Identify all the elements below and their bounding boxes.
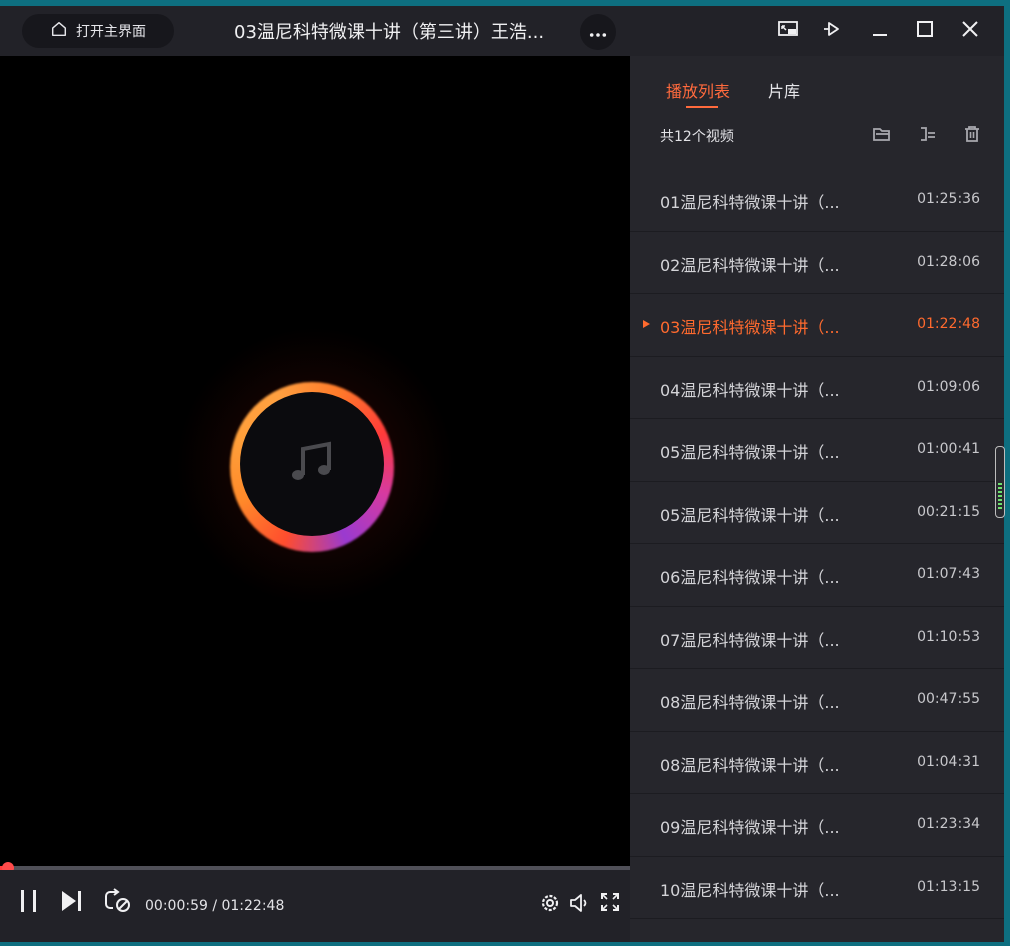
add-to-list-button[interactable] [918,124,938,144]
playlist-item[interactable]: 09温尼科特微课十讲（... 01:23:34 [630,794,1004,857]
video-title: 03温尼科特微课十讲（第三讲）王浩... [234,22,545,43]
next-button[interactable] [60,888,84,918]
playlist-item-title: 05温尼科特微课十讲（... [660,505,840,525]
playlist-item-duration: 01:07:43 [917,566,980,582]
playlist-item-duration: 01:28:06 [917,253,980,270]
playlist-item[interactable]: 04温尼科特微课十讲（... 01:09:06 [630,357,1004,419]
playlist-item-duration: 00:47:55 [917,691,980,707]
playlist-item-title: 02温尼科特微课十讲（... [660,255,840,275]
more-button[interactable] [580,14,616,50]
music-note-icon [285,435,339,493]
playlist-item-title: 08温尼科特微课十讲（... [660,693,840,712]
playlist-item-duration: 01:10:53 [917,628,980,645]
volume-button[interactable] [568,892,590,918]
playlist-panel: 播放列表 片库 共12个视频 01温尼科特微课十讲（... 01:25:36 02温… [630,56,1004,942]
title-bar: 打开主界面 03温尼科特微课十讲（第三讲）王浩... [0,6,1004,56]
playlist-item-title: 10温尼科特微课十讲（... [660,880,840,900]
scrollbar-grip[interactable] [998,483,1002,511]
playlist-item[interactable]: 08温尼科特微课十讲（... 01:04:31 [630,732,1004,794]
playlist-item-title: 04温尼科特微课十讲（... [660,380,840,400]
playlist-item-title: 09温尼科特微课十讲（... [660,818,840,837]
tab-library[interactable]: 片库 [768,78,800,102]
playlist-item-duration: 01:22:48 [917,316,980,332]
open-folder-button[interactable] [872,124,892,144]
playlist-item[interactable]: 05温尼科特微课十讲（... 00:21:15 [630,482,1004,544]
playlist-item-duration: 01:13:15 [917,878,980,895]
trash-icon [962,126,982,148]
minimize-icon [869,18,891,44]
playlist-item-title: 01温尼科特微课十讲（... [660,193,840,212]
fullscreen-button[interactable] [600,892,620,916]
playlist-item[interactable]: 08温尼科特微课十讲（... 00:47:55 [630,669,1004,732]
playlist-item-title: 07温尼科特微课十讲（... [660,630,840,650]
mini-mode-button[interactable] [776,19,800,43]
delete-button[interactable] [962,124,982,144]
pause-button[interactable] [18,888,40,918]
maximize-icon [914,18,936,44]
next-icon [60,888,84,918]
playlist-item[interactable]: 10温尼科特微课十讲（... 01:13:15 [630,857,1004,919]
pin-button[interactable] [820,19,844,43]
pin-icon [821,18,843,44]
gear-icon [539,892,561,918]
playlist-item-title: 06温尼科特微课十讲（... [660,568,840,587]
tab-playlist[interactable]: 播放列表 [666,78,730,102]
open-main-interface-label: 打开主界面 [76,24,146,40]
playlist-scrollbar[interactable] [995,446,1005,518]
playlist-item-title: 08温尼科特微课十讲（... [660,755,840,775]
more-icon [589,23,607,42]
playlist-item[interactable]: 03温尼科特微课十讲（... 01:22:48 [630,294,1004,357]
folder-icon [872,128,892,148]
minimize-button[interactable] [868,19,892,43]
video-area[interactable] [0,56,630,866]
settings-button[interactable] [539,892,561,918]
now-playing-icon [643,320,650,328]
playlist-item-duration: 01:00:41 [917,441,980,457]
playlist-item-duration: 01:09:06 [917,378,980,395]
playlist-item[interactable]: 01温尼科特微课十讲（... 01:25:36 [630,169,1004,232]
loop-off-icon [104,888,132,918]
player-window: 打开主界面 03温尼科特微课十讲（第三讲）王浩... 00:00:59 / 01… [0,6,1004,942]
add-list-icon [918,127,938,148]
playlist-item-duration: 01:04:31 [917,753,980,770]
time-display: 00:00:59 / 01:22:48 [145,898,285,914]
playlist-item-duration: 01:25:36 [917,191,980,207]
open-main-interface-button[interactable]: 打开主界面 [22,14,174,48]
speaker-icon [568,892,590,918]
fullscreen-icon [600,892,620,916]
maximize-button[interactable] [913,19,937,43]
playlist-item-duration: 00:21:15 [917,503,980,520]
playlist: 01温尼科特微课十讲（... 01:25:36 02温尼科特微课十讲（... 01:2… [630,169,1004,919]
home-icon [50,20,68,42]
active-tab-indicator [686,106,718,108]
loop-mode-button[interactable] [104,888,132,918]
playlist-item[interactable]: 02温尼科特微课十讲（... 01:28:06 [630,232,1004,294]
playlist-item[interactable]: 06温尼科特微课十讲（... 01:07:43 [630,544,1004,607]
playlist-item[interactable]: 05温尼科特微课十讲（... 01:00:41 [630,419,1004,482]
playlist-item-duration: 01:23:34 [917,816,980,832]
playlist-item-title: 03温尼科特微课十讲（... [660,318,840,337]
playlist-item[interactable]: 07温尼科特微课十讲（... 01:10:53 [630,607,1004,669]
close-button[interactable] [958,19,982,43]
audio-disc [240,392,384,536]
pause-icon [18,888,40,918]
control-bar: 00:00:59 / 01:22:48 [0,870,630,942]
playlist-item-title: 05温尼科特微课十讲（... [660,443,840,462]
close-icon [959,18,981,44]
mini-mode-icon [777,18,799,44]
video-count: 共12个视频 [660,129,734,145]
